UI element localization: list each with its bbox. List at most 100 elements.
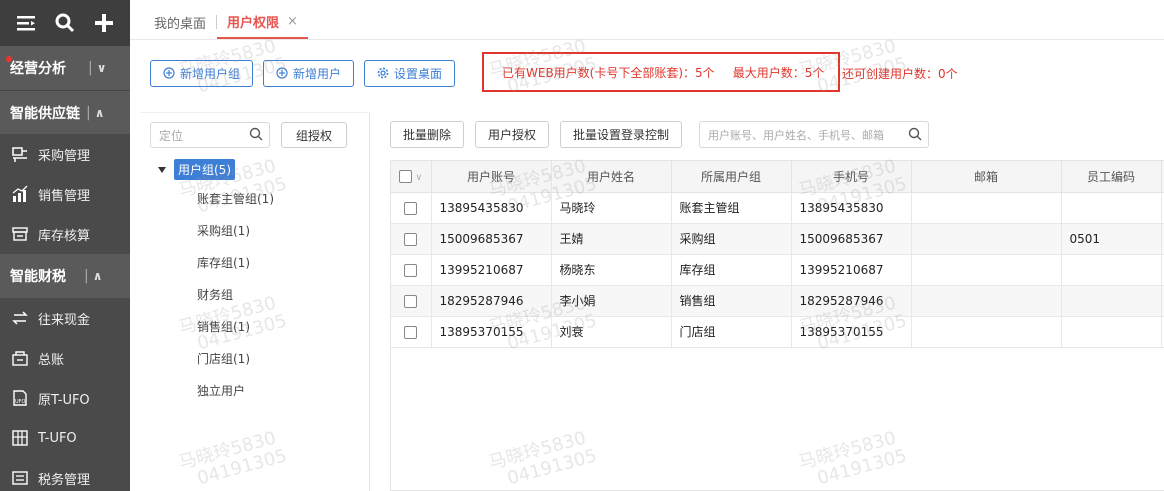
search-icon[interactable] xyxy=(908,127,922,144)
email-cell xyxy=(911,254,1062,286)
tree-node[interactable]: 采购组(1) xyxy=(197,222,250,239)
sidebar-item-label: 库存核算 xyxy=(38,228,91,244)
chevron-up-icon: ∧ xyxy=(94,105,105,120)
section-label: 经营分析 xyxy=(10,61,66,77)
account-cell: 15009685367 xyxy=(431,223,552,255)
sidebar-item-ledger[interactable]: 总账 xyxy=(0,338,130,378)
remaining-user-count: 还可创建用户数：0个 xyxy=(842,67,958,81)
tree-root-node[interactable]: 用户组(5) xyxy=(158,159,235,180)
ufo-old-icon: UFO xyxy=(10,388,30,408)
user-table: ∨ 用户账号 用户姓名 所属用户组 手机号 邮箱 员工编码 员 13895435… xyxy=(390,160,1164,491)
phone-cell: 13895435830 xyxy=(791,192,912,224)
name-cell: 杨晓东 xyxy=(551,254,672,286)
tree-node[interactable]: 库存组(1) xyxy=(197,254,250,271)
row-checkbox-cell[interactable] xyxy=(391,254,432,286)
sidebar-topbar xyxy=(0,0,130,46)
column-header[interactable]: 用户姓名 xyxy=(551,161,672,193)
section-separator: | xyxy=(86,104,91,121)
tree-node[interactable]: 账套主管组(1) xyxy=(197,190,274,207)
tab-label: 用户权限 xyxy=(227,15,280,31)
sidebar-item-label: 原T-UFO xyxy=(38,392,90,408)
sidebar-item-t-ufo[interactable]: T-UFO xyxy=(0,418,130,458)
section-supply-chain[interactable]: 智能供应链 | ∧ xyxy=(0,90,130,134)
email-cell xyxy=(911,192,1062,224)
plus-icon[interactable] xyxy=(92,11,116,35)
sidebar-item-label: 采购管理 xyxy=(38,148,91,164)
menu-collapse-icon[interactable] xyxy=(14,11,38,35)
row-checkbox[interactable] xyxy=(404,294,418,308)
phone-cell: 18295287946 xyxy=(791,285,912,317)
dropdown-chevron-icon[interactable]: ∨ xyxy=(415,173,422,183)
email-cell xyxy=(911,316,1062,348)
column-header[interactable]: 员工编码 xyxy=(1061,161,1162,193)
button-label: 新增用户组 xyxy=(180,66,241,81)
name-cell: 王婧 xyxy=(551,223,672,255)
group-cell: 采购组 xyxy=(671,223,792,255)
select-all-checkbox[interactable] xyxy=(399,170,413,184)
tree-node[interactable]: 独立用户 xyxy=(197,382,245,399)
tree-node[interactable]: 销售组(1) xyxy=(197,318,250,335)
batch-delete-button[interactable]: 批量删除 xyxy=(390,121,465,148)
section-separator: | xyxy=(84,268,89,284)
email-cell xyxy=(911,223,1062,255)
add-user-group-button[interactable]: 新增用户组 xyxy=(150,59,254,87)
tree-node[interactable]: 门店组(1) xyxy=(197,350,250,367)
column-header[interactable]: 手机号 xyxy=(791,161,912,193)
section-business-analysis[interactable]: 经营分析 | ∨ xyxy=(0,46,130,90)
phone-cell: 13995210687 xyxy=(791,254,912,286)
group-cell: 门店组 xyxy=(671,316,792,348)
gear-icon xyxy=(377,67,389,79)
section-finance-tax[interactable]: 智能财税 | ∧ xyxy=(0,254,130,298)
sidebar-item-sales[interactable]: 销售管理 xyxy=(0,174,130,214)
toolbar: 新增用户组 新增用户 设置桌面 xyxy=(150,58,465,88)
row-checkbox[interactable] xyxy=(404,325,418,339)
user-search-input[interactable]: 用户账号、用户姓名、手机号、邮箱 xyxy=(699,121,930,148)
section-label: 智能供应链 xyxy=(10,105,80,122)
tree-node[interactable]: 财务组 xyxy=(197,286,233,303)
user-group-tree-panel: 定位 组授权 用户组(5) 账套主管组(1) 采购组(1) 库存组(1) 财务组… xyxy=(140,112,370,491)
row-checkbox[interactable] xyxy=(404,232,418,246)
search-icon[interactable] xyxy=(249,127,263,144)
tab-label: 我的桌面 xyxy=(154,16,207,32)
employee-code-cell xyxy=(1061,192,1162,224)
table-row[interactable]: 13895370155 刘衰 门店组 13895370155 xyxy=(391,316,1164,348)
select-all-cell[interactable]: ∨ xyxy=(391,161,432,193)
section-label: 智能财税 xyxy=(10,269,66,285)
user-count-notice: 已有WEB用户数(卡号下全部账套)：5个 最大用户数：5个 xyxy=(482,52,840,92)
locate-input[interactable]: 定位 xyxy=(150,122,270,148)
row-checkbox-cell[interactable] xyxy=(391,316,432,348)
row-checkbox[interactable] xyxy=(404,263,418,277)
row-checkbox-cell[interactable] xyxy=(391,285,432,317)
sales-chart-icon xyxy=(10,184,30,204)
employee-code-cell xyxy=(1061,254,1162,286)
row-checkbox-cell[interactable] xyxy=(391,192,432,224)
close-icon[interactable]: × xyxy=(287,14,298,29)
user-actions: 批量删除 用户授权 批量设置登录控制 用户账号、用户姓名、手机号、邮箱 xyxy=(390,121,930,148)
sidebar-item-tax[interactable]: 税务管理 xyxy=(0,458,130,491)
sidebar-item-old-ufo[interactable]: UFO 原T-UFO xyxy=(0,378,130,418)
set-desktop-button[interactable]: 设置桌面 xyxy=(364,59,456,87)
user-auth-button[interactable]: 用户授权 xyxy=(475,121,550,148)
search-icon[interactable] xyxy=(53,11,77,35)
add-user-button[interactable]: 新增用户 xyxy=(263,59,355,87)
table-row[interactable]: 15009685367 王婧 采购组 15009685367 0501 王 xyxy=(391,223,1164,255)
tab-user-permissions[interactable]: 用户权限 × xyxy=(217,5,308,39)
table-row[interactable]: 13895435830 马晓玲 账套主管组 13895435830 xyxy=(391,192,1164,224)
employee-code-cell: 0501 xyxy=(1061,223,1162,255)
row-checkbox[interactable] xyxy=(404,201,418,215)
ledger-icon xyxy=(10,348,30,368)
row-checkbox-cell[interactable] xyxy=(391,223,432,255)
tab-my-desktop[interactable]: 我的桌面 xyxy=(144,5,216,39)
table-row[interactable]: 18295287946 李小娟 销售组 18295287946 xyxy=(391,285,1164,317)
batch-login-control-button[interactable]: 批量设置登录控制 xyxy=(560,121,683,148)
table-row[interactable]: 13995210687 杨晓东 库存组 13995210687 xyxy=(391,254,1164,286)
column-header[interactable]: 所属用户组 xyxy=(671,161,792,193)
sidebar-item-purchase[interactable]: 采购管理 xyxy=(0,134,130,174)
column-header[interactable]: 邮箱 xyxy=(911,161,1062,193)
tab-bar: 我的桌面 用户权限 × xyxy=(130,0,1164,40)
group-auth-button[interactable]: 组授权 xyxy=(281,122,347,148)
sidebar-item-inventory[interactable]: 库存核算 xyxy=(0,214,130,254)
sidebar-item-cash[interactable]: 往来现金 xyxy=(0,298,130,338)
column-header[interactable]: 用户账号 xyxy=(431,161,552,193)
caret-down-icon[interactable] xyxy=(158,166,166,173)
